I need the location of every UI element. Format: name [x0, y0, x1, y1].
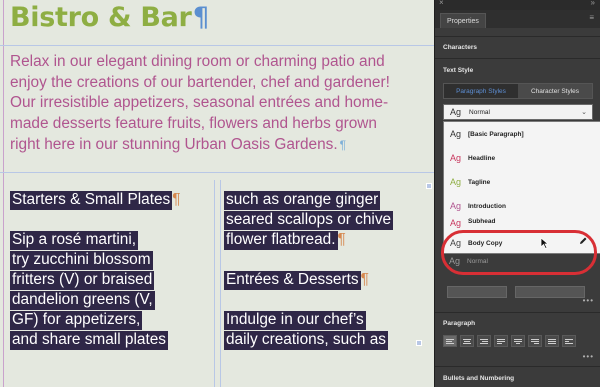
style-type-tabs: Paragraph Styles Character Styles [443, 83, 593, 99]
text-column-right[interactable]: such as orange ginger seared scallops or… [224, 190, 424, 350]
headline-text[interactable]: Bistro & Bar¶ [10, 2, 210, 33]
justify-right-button[interactable] [528, 335, 542, 347]
panel-tabs: Properties [435, 10, 600, 28]
intro-line: Our irresistible appetizers, seasonal en… [10, 94, 389, 112]
section-paragraph: Paragraph [443, 320, 476, 327]
justify-all-button[interactable] [545, 335, 559, 347]
style-preview-icon: Ag [450, 153, 462, 163]
column-line: dandelion greens (V, [10, 291, 155, 310]
divider [435, 58, 600, 59]
frame-guide [0, 45, 434, 46]
column-guide [220, 180, 221, 387]
align-right-button[interactable] [477, 335, 491, 347]
section-characters: Characters [443, 44, 477, 51]
more-options-icon[interactable]: ••• [583, 352, 594, 361]
selected-style-name: Normal [469, 108, 490, 116]
column-line: daily creations, such as [224, 331, 388, 350]
tab-paragraph-styles[interactable]: Paragraph Styles [444, 84, 518, 98]
frame-handle[interactable] [416, 340, 422, 346]
style-preview-icon: Ag [450, 218, 462, 228]
column-guide [214, 180, 215, 387]
paragraph-style-select[interactable]: Ag Normal ⌄ [443, 104, 593, 120]
column-line: fritters (V) or braised [10, 271, 155, 290]
style-item-headline[interactable]: Ag Headline [444, 148, 600, 168]
chevron-down-icon[interactable]: ⌄ [581, 108, 587, 116]
panel-topbar: × » [435, 0, 600, 10]
more-options-icon[interactable]: ••• [583, 296, 594, 305]
style-preview-icon: Ag [449, 256, 461, 266]
column-line: try zucchini blossom [10, 251, 153, 270]
align-spine-button[interactable] [562, 335, 576, 347]
align-center-button[interactable] [460, 335, 474, 347]
column-line: Sip a rosé martini, [10, 231, 139, 250]
style-preview-icon: Ag [450, 129, 462, 139]
tab-character-styles[interactable]: Character Styles [518, 84, 592, 98]
column-line: GF) for appetizers, [10, 311, 143, 330]
divider [435, 36, 600, 37]
intro-line: made desserts feature fruits, flowers an… [10, 115, 377, 133]
intro-paragraph[interactable]: Relax in our elegant dining room or char… [10, 52, 434, 156]
intro-line: Relax in our elegant dining room or char… [10, 53, 385, 70]
section-bullets-numbering: Bullets and Numbering [443, 375, 515, 382]
column-line: Entrées & Desserts ¶ [224, 271, 369, 290]
style-preview-icon: Ag [450, 107, 462, 117]
style-item-basic-paragraph[interactable]: Ag [Basic Paragraph] [444, 124, 600, 144]
justify-center-button[interactable] [511, 335, 525, 347]
style-item-subhead[interactable]: Ag Subhead [444, 216, 600, 228]
intro-line: enjoy the creations of our bartender, ch… [10, 73, 390, 91]
column-blank-line [10, 210, 210, 230]
column-line: Indulge in our chef’s [224, 311, 366, 330]
style-preview-icon: Ag [450, 201, 462, 211]
divider [435, 366, 600, 367]
close-icon[interactable]: × [439, 0, 444, 7]
column-line: Starters & Small Plates ¶ [10, 191, 181, 210]
frame-edge [3, 0, 4, 387]
intro-line: right here in our stunning Urban Oasis G… [10, 135, 347, 153]
frame-guide [0, 172, 434, 173]
column-blank-line [224, 250, 424, 270]
column-line: seared scallops or chive [224, 211, 394, 230]
leading-field[interactable] [515, 286, 585, 298]
section-text-style: Text Style [443, 67, 474, 74]
style-item-tagline[interactable]: Ag Tagline [444, 172, 600, 192]
paragraph-align-buttons [443, 335, 576, 347]
frame-handle[interactable] [426, 183, 432, 189]
style-item-introduction[interactable]: Ag Introduction [444, 196, 600, 216]
column-line: flower flatbread. ¶ [224, 231, 346, 250]
collapse-icon[interactable]: » [591, 0, 596, 7]
pilcrow-mark: ¶ [339, 137, 347, 152]
tab-properties[interactable]: Properties [440, 13, 486, 28]
highlight-callout [441, 230, 597, 275]
font-size-field[interactable] [447, 286, 507, 298]
column-blank-line [224, 290, 424, 310]
text-column-left[interactable]: Starters & Small Plates ¶ Sip a rosé mart… [10, 190, 210, 350]
divider [435, 312, 600, 313]
column-line: such as orange ginger [224, 191, 381, 210]
column-line: and share small plates [10, 331, 168, 350]
properties-panel: × » Properties ≡ Characters Text Style P… [434, 0, 600, 387]
style-item-normal[interactable]: Ag Normal [443, 254, 593, 268]
justify-left-button[interactable] [494, 335, 508, 347]
document-canvas[interactable]: Bistro & Bar¶ Relax in our elegant dinin… [0, 0, 434, 387]
style-preview-icon: Ag [450, 177, 462, 187]
panel-menu-icon[interactable]: ≡ [589, 13, 594, 22]
align-left-button[interactable] [443, 335, 457, 347]
